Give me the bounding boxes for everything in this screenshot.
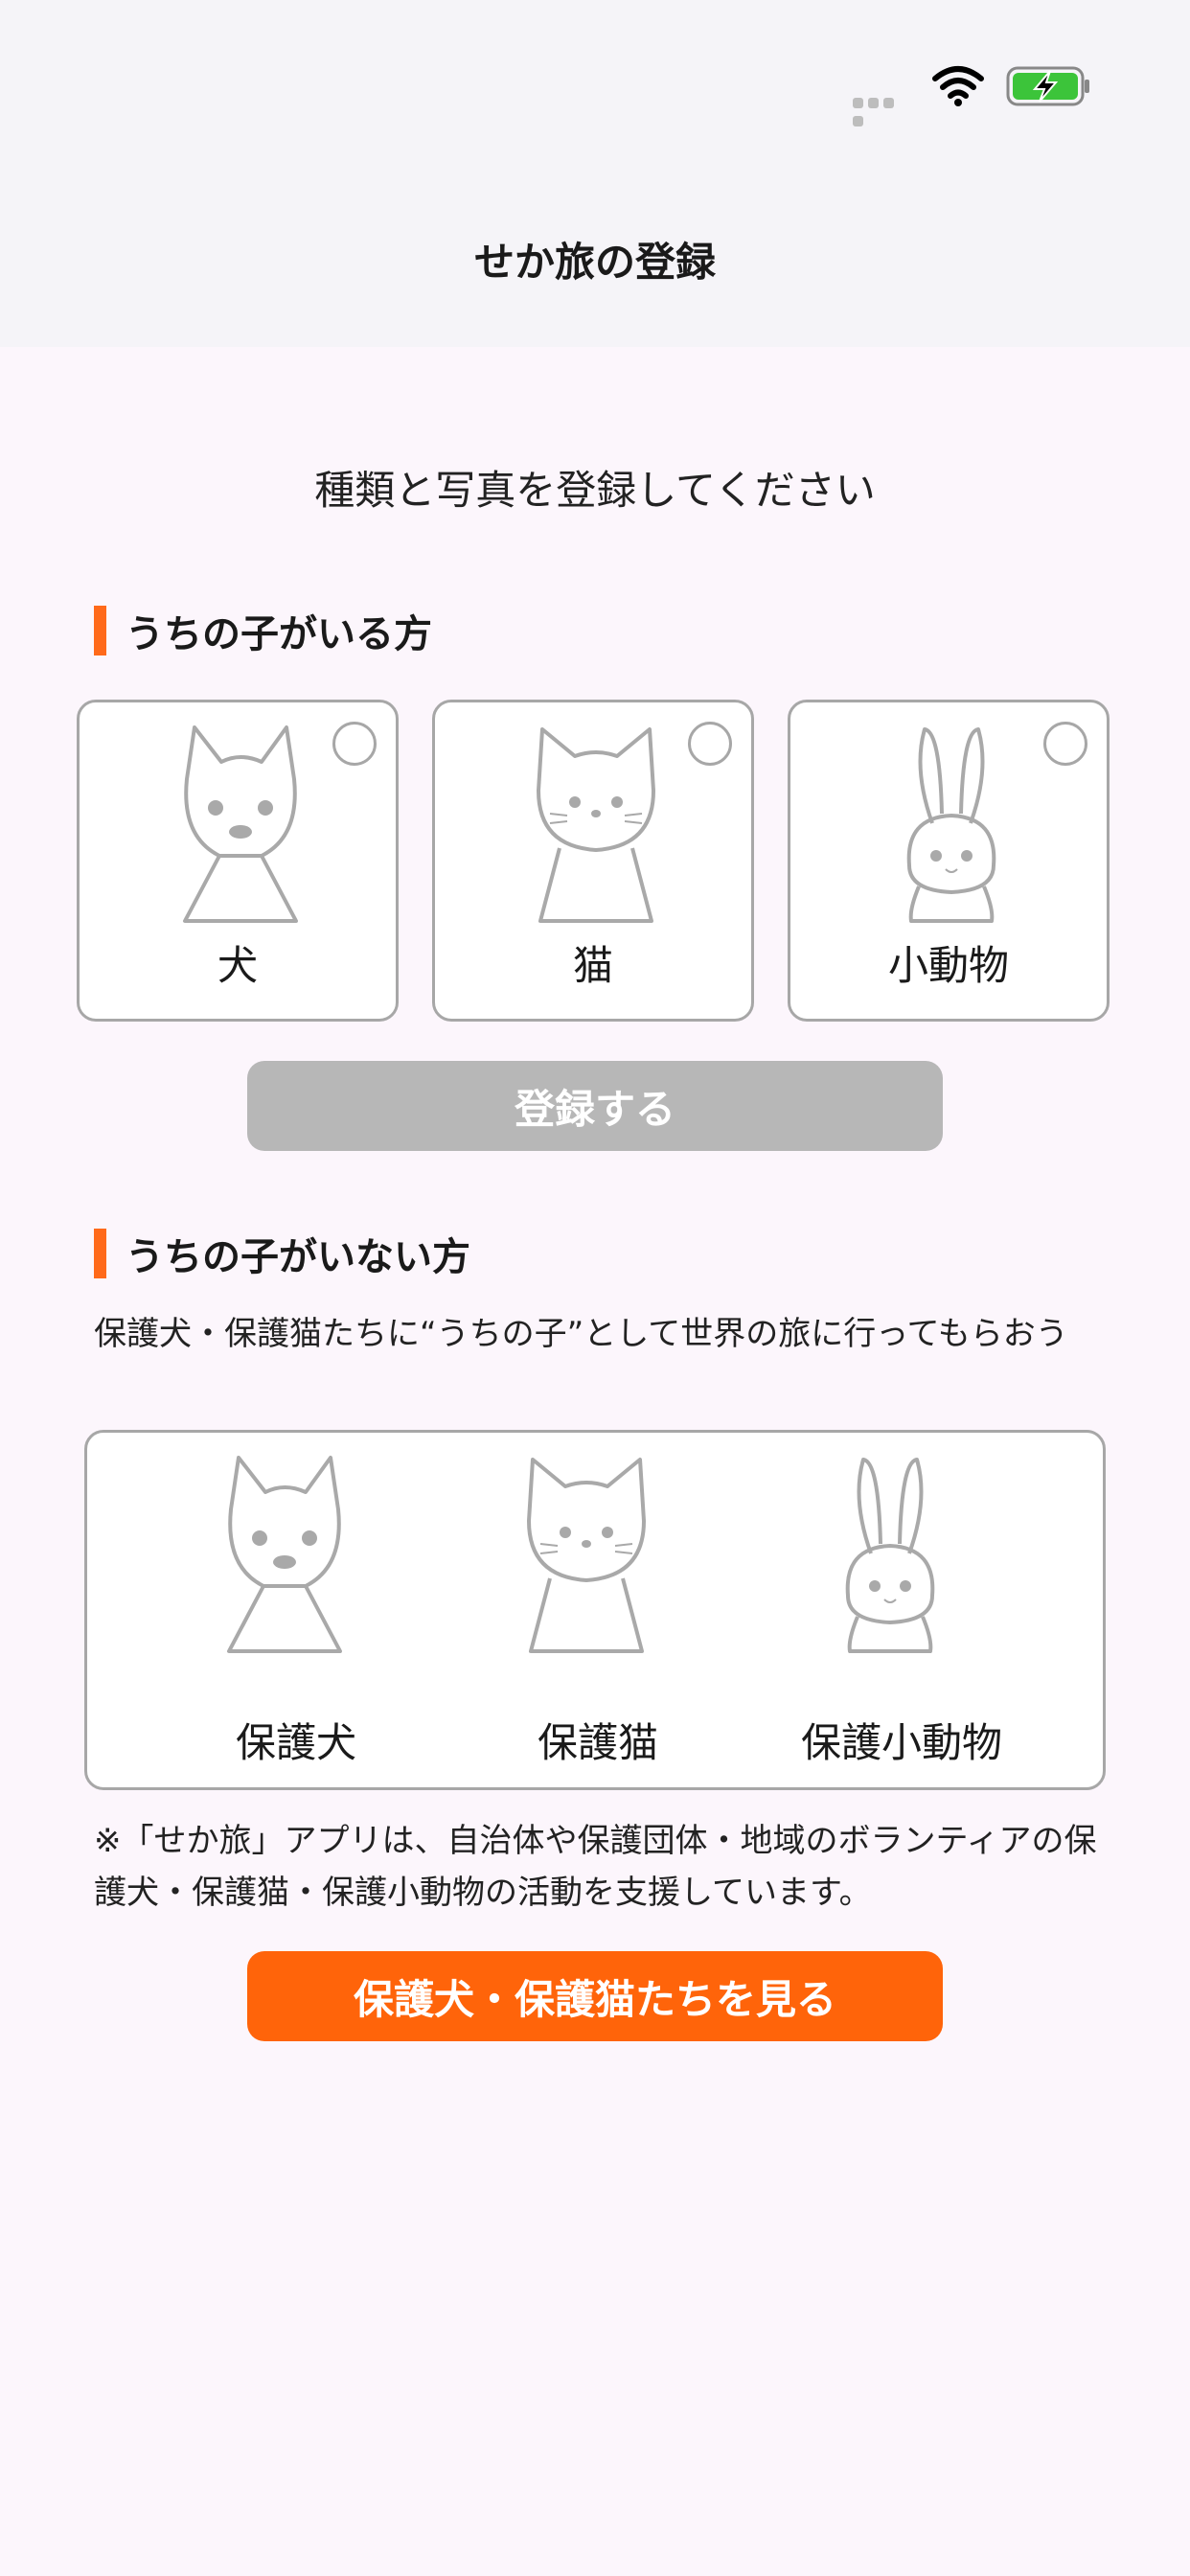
radio-dog[interactable] bbox=[332, 722, 377, 766]
rescue-cat-item[interactable]: 保護猫 bbox=[445, 1452, 751, 1768]
rescue-dog-label: 保護犬 bbox=[235, 1719, 356, 1766]
cat-icon bbox=[537, 727, 655, 923]
no-pet-description: 保護犬・保護猫たちに“うちの子”として世界の旅に行ってもらおう bbox=[94, 1315, 1068, 1353]
signal-icon bbox=[853, 94, 912, 126]
rabbit-icon bbox=[906, 727, 996, 923]
rabbit-icon bbox=[845, 1458, 935, 1653]
cat-icon bbox=[527, 1458, 646, 1653]
support-note: ※「せか旅」アプリは、自治体や保護団体・地域のボランティアの保護犬・保護猫・保護… bbox=[94, 1822, 1097, 1912]
battery-charging-icon bbox=[1006, 66, 1089, 106]
rescue-small-animal-item[interactable]: 保護小動物 bbox=[748, 1452, 1055, 1768]
option-label-cat: 猫 bbox=[572, 942, 613, 989]
section-title-no-pet-label: うちの子がいない方 bbox=[126, 1235, 470, 1279]
page-title: せか旅の登録 bbox=[473, 239, 716, 286]
view-rescue-animals-button[interactable]: 保護犬・保護猫たちを見る bbox=[247, 1951, 943, 2041]
section-accent-bar bbox=[94, 606, 106, 656]
option-label-small-animal: 小動物 bbox=[887, 942, 1009, 989]
register-button[interactable]: 登録する bbox=[247, 1061, 943, 1151]
option-card-dog[interactable]: 犬 bbox=[77, 700, 399, 1022]
radio-cat[interactable] bbox=[688, 722, 732, 766]
instruction-text: 種類と写真を登録してください bbox=[314, 467, 876, 514]
dog-icon bbox=[227, 1456, 342, 1653]
wifi-icon bbox=[932, 66, 984, 106]
option-card-small-animal[interactable]: 小動物 bbox=[788, 700, 1110, 1022]
rescue-dog-item[interactable]: 保護犬 bbox=[143, 1452, 449, 1768]
option-label-dog: 犬 bbox=[217, 942, 258, 989]
section-accent-bar bbox=[94, 1229, 106, 1278]
section-title-owner-label: うちの子がいる方 bbox=[126, 612, 432, 656]
rescue-cat-label: 保護猫 bbox=[537, 1719, 658, 1766]
radio-small-animal[interactable] bbox=[1043, 722, 1087, 766]
header: せか旅の登録 bbox=[0, 0, 1190, 347]
dog-icon bbox=[183, 725, 298, 923]
section-title-no-pet: うちの子がいない方 bbox=[94, 1229, 470, 1279]
section-title-owner: うちの子がいる方 bbox=[94, 606, 432, 656]
rescue-animals-panel[interactable]: 保護犬 保護猫 保護小動物 bbox=[84, 1430, 1106, 1790]
option-card-cat[interactable]: 猫 bbox=[432, 700, 754, 1022]
rescue-small-animal-label: 保護小動物 bbox=[800, 1719, 1002, 1766]
